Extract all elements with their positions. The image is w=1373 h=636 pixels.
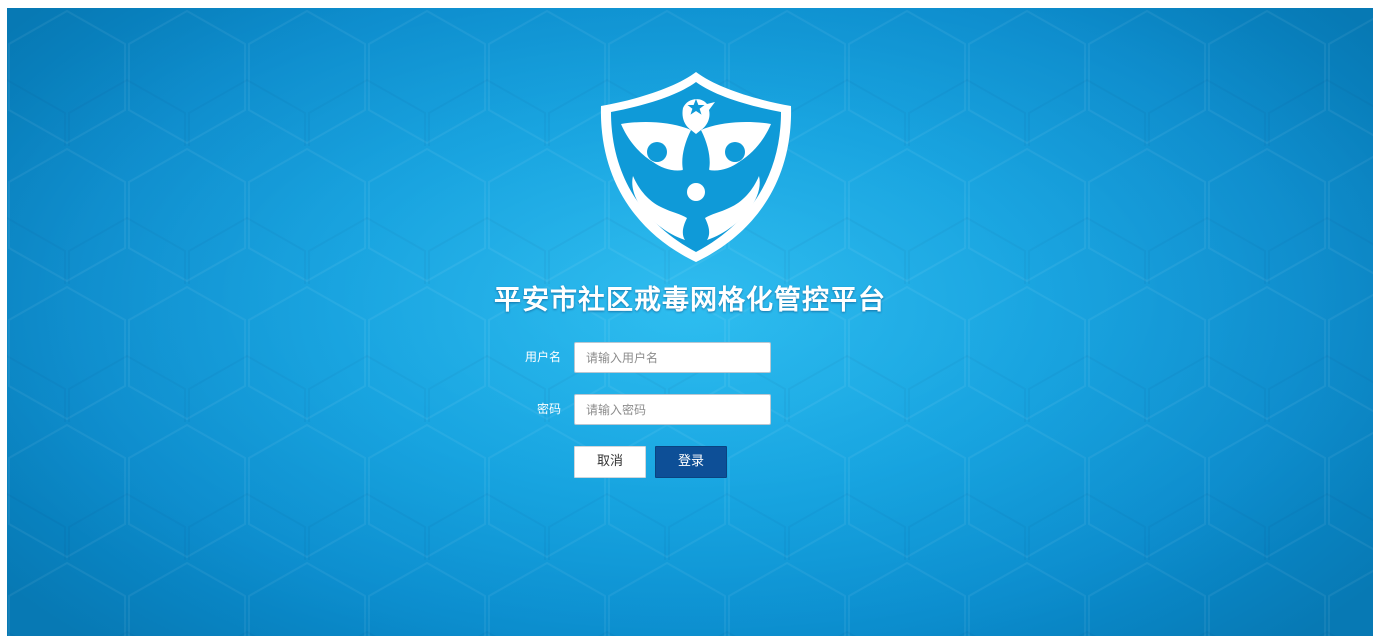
platform-title: 平安市社区戒毒网格化管控平台 xyxy=(494,285,886,316)
shield-eagle-hands-emblem-icon xyxy=(600,72,792,262)
cancel-button[interactable]: 取消 xyxy=(574,446,646,478)
login-page: 平安市社区戒毒网格化管控平台 用户名 密码 取消 登录 xyxy=(7,8,1373,636)
username-input[interactable] xyxy=(574,342,771,373)
username-label: 用户名 xyxy=(524,350,561,364)
password-label: 密码 xyxy=(536,402,561,416)
password-input[interactable] xyxy=(574,394,771,425)
login-button[interactable]: 登录 xyxy=(655,446,727,478)
